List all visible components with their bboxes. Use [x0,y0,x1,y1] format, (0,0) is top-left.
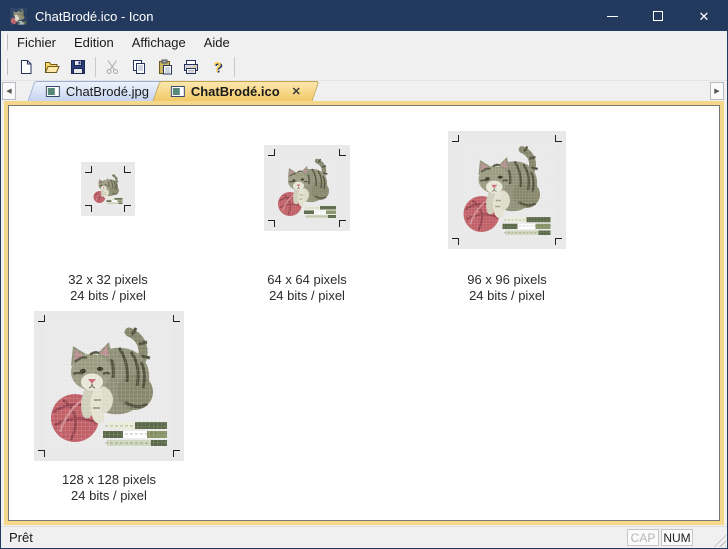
selection-corner-icon [268,220,275,227]
selection-corner-icon [452,238,459,245]
icon-document-view: 32 x 32 pixels24 bits / pixel64 x 64 pix… [8,105,720,521]
size-label: 96 x 96 pixels [467,272,547,288]
close-icon: ✕ [699,10,710,23]
selection-corner-icon [85,205,92,212]
embroidered-cat-image [45,322,173,450]
tab-label: ChatBrodé.ico [191,84,280,99]
selection-corner-icon [38,450,45,457]
icon-variant-label: 96 x 96 pixels24 bits / pixel [467,272,547,304]
copy-button[interactable] [127,55,151,78]
icon-variant-label: 32 x 32 pixels24 bits / pixel [68,272,148,304]
status-message: Prêt [9,530,33,545]
tab-chatbrode-jpg[interactable]: ChatBrodé.jpg [28,81,168,101]
paste-clipboard-icon [157,59,173,75]
save-floppy-icon [70,59,86,75]
size-label: 128 x 128 pixels [62,472,156,488]
window-title: ChatBrodé.ico - Icon [35,9,154,24]
icon-variant-32[interactable] [81,162,135,216]
menu-fichier[interactable]: Fichier [8,33,65,52]
tab-label: ChatBrodé.jpg [66,84,149,99]
question-mark-icon: ?? [209,59,225,75]
selection-corner-icon [38,315,45,322]
selection-corner-icon [268,149,275,156]
menu-bar: Fichier Edition Affichage Aide [1,31,727,53]
maximize-button[interactable] [635,1,681,31]
minimize-button[interactable] [589,1,635,31]
selection-corner-icon [555,135,562,142]
scroll-left-icon: ◀ [6,87,11,95]
embroidered-cat-image [275,156,339,220]
tab-close-icon[interactable]: ✕ [292,85,301,98]
new-file-button[interactable] [14,55,38,78]
selection-corner-icon [85,166,92,173]
menu-affichage[interactable]: Affichage [123,33,195,52]
new-file-icon [18,59,34,75]
depth-label: 24 bits / pixel [68,288,148,304]
selection-corner-icon [555,238,562,245]
save-file-button[interactable] [66,55,90,78]
tab-scroll-left-button[interactable]: ◀ [2,82,16,100]
depth-label: 24 bits / pixel [62,488,156,504]
scroll-right-icon: ▶ [714,87,719,95]
toolbar-separator [95,57,96,77]
status-bar: Prêt CAP NUM [1,526,727,548]
copy-pages-icon [131,59,147,75]
size-label: 32 x 32 pixels [68,272,148,288]
caps-lock-indicator: CAP [627,529,659,546]
help-button[interactable]: ?? [205,55,229,78]
paste-button[interactable] [153,55,177,78]
resize-grip[interactable] [712,533,726,547]
embroidered-cat-image [92,173,124,205]
selection-corner-icon [339,149,346,156]
svg-text:?: ? [213,59,222,75]
open-folder-icon [44,59,60,75]
active-document-frame: 32 x 32 pixels24 bits / pixel64 x 64 pix… [4,101,724,525]
toolbar-grip[interactable] [5,59,8,75]
icon-variant-64[interactable] [264,145,350,231]
num-lock-indicator: NUM [661,529,693,546]
minimize-icon [607,16,618,17]
cut-button[interactable] [101,55,125,78]
icon-variant-128[interactable] [34,311,184,461]
print-button[interactable] [179,55,203,78]
document-tab-bar: ◀ ChatBrodé.jpg ChatBrodé.ico ✕ ▶ [1,81,727,101]
icon-variant-label: 64 x 64 pixels24 bits / pixel [267,272,347,304]
embroidered-cat-image [459,142,555,238]
selection-corner-icon [124,166,131,173]
selection-corner-icon [124,205,131,212]
depth-label: 24 bits / pixel [267,288,347,304]
menu-edition[interactable]: Edition [65,33,123,52]
icon-variant-96[interactable] [448,131,566,249]
menu-aide[interactable]: Aide [195,33,239,52]
open-file-button[interactable] [40,55,64,78]
maximize-icon [653,11,663,21]
size-label: 64 x 64 pixels [267,272,347,288]
selection-corner-icon [452,135,459,142]
scissors-icon [105,59,121,75]
app-window: ChatBrodé.ico - Icon ✕ Fichier Edition A… [0,0,728,549]
toolbar-separator [234,57,235,77]
tab-scroll-right-button[interactable]: ▶ [710,82,724,100]
depth-label: 24 bits / pixel [467,288,547,304]
selection-corner-icon [173,450,180,457]
title-bar: ChatBrodé.ico - Icon ✕ [1,1,727,31]
tab-chatbrode-ico[interactable]: ChatBrodé.ico ✕ [153,81,320,101]
selection-corner-icon [339,220,346,227]
image-file-icon [171,86,185,97]
selection-corner-icon [173,315,180,322]
toolbar: ?? [1,53,727,81]
icon-variant-label: 128 x 128 pixels24 bits / pixel [62,472,156,504]
image-file-icon [46,86,60,97]
close-button[interactable]: ✕ [681,1,727,31]
printer-icon [183,59,199,75]
cat-app-icon [10,8,27,25]
